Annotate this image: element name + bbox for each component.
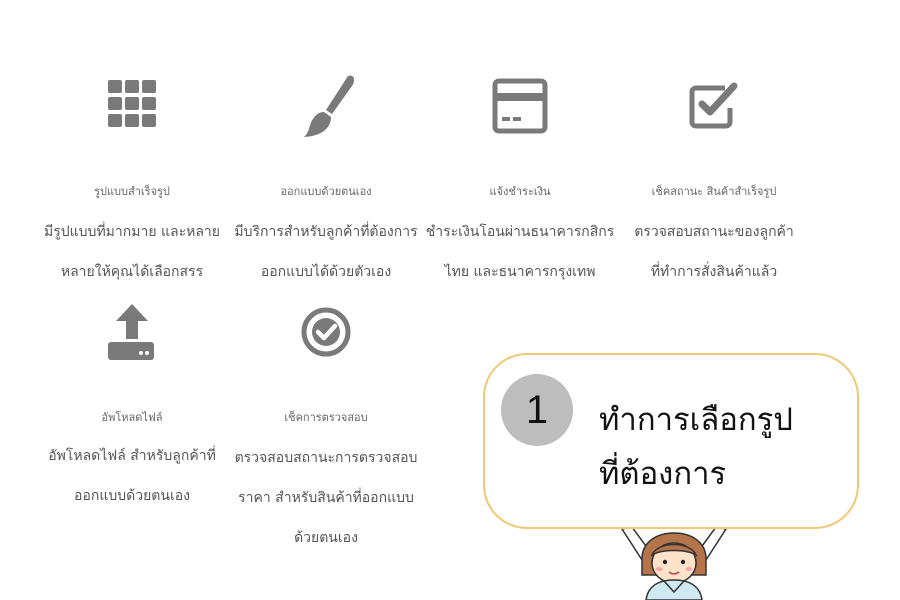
feature-description-line: ด้วยตนเอง (294, 530, 358, 546)
feature-check-review[interactable]: เช็คการตรวจสอบ ตรวจสอบสถานะการตรวจสอบ รา… (235, 304, 417, 546)
feature-description-line: ออกแบบด้วยตนเอง (74, 488, 190, 504)
feature-description-line: ไทย และธนาคารกรุงเทพ (444, 264, 596, 280)
feature-description-line: ตรวจสอบสถานะของลูกค้า (634, 224, 794, 240)
step-number-badge: 1 (501, 374, 573, 446)
feature-title: เช็คการตรวจสอบ (284, 411, 368, 424)
feature-description-line: มีบริการสำหรับลูกค้าที่ต้องการ (234, 224, 418, 240)
feature-description: ตรวจสอบสถานะการตรวจสอบ ราคา สำหรับสินค้า… (226, 438, 426, 558)
feature-payment-notice[interactable]: แจ้งชำระเงิน ชำระเงินโอนผ่านธนาคารกสิกร … (426, 78, 614, 280)
checkbox-icon (689, 82, 738, 129)
grid-icon (108, 80, 156, 127)
instruction-callout: 1 ทำการเลือกรูป ที่ต้องการ (483, 353, 859, 529)
feature-description-line: ราคา สำหรับสินค้าที่ออกแบบ (238, 490, 414, 506)
feature-upload-file[interactable]: อัพโหลดไฟล์ อัพโหลดไฟล์ สำหรับลูกค้าที่ … (42, 304, 222, 504)
feature-description-line: ที่ทำการสั่งสินค้าแล้ว (650, 264, 778, 280)
feature-description: อัพโหลดไฟล์ สำหรับลูกค้าที่ ออกแบบด้วยตน… (32, 436, 232, 516)
feature-custom-design[interactable]: ออกแบบด้วยตนเอง มีบริการสำหรับลูกค้าที่ต… (234, 74, 418, 280)
feature-title: อัพโหลดไฟล์ (101, 411, 163, 424)
instruction-line: ทำการเลือกรูป (599, 402, 793, 438)
feature-description-line: ออกแบบได้ด้วยตัวเอง (260, 264, 392, 280)
feature-description-line: มีรูปแบบที่มากมาย และหลาย (44, 224, 220, 240)
feature-description: ตรวจสอบสถานะของลูกค้า ที่ทำการสั่งสินค้า… (614, 212, 814, 292)
instruction-text: ทำการเลือกรูป ที่ต้องการ (599, 393, 849, 501)
feature-description: มีบริการสำหรับลูกค้าที่ต้องการ ออกแบบได้… (226, 212, 426, 292)
feature-title: ออกแบบด้วยตนเอง (280, 185, 372, 198)
feature-order-status[interactable]: เช็คสถานะ สินค้าสำเร็จรูป ตรวจสอบสถานะขอ… (624, 78, 804, 280)
upload-icon (108, 304, 154, 360)
feature-title: เช็คสถานะ สินค้าสำเร็จรูป (651, 185, 777, 198)
feature-description-line: ชำระเงินโอนผ่านธนาคารกสิกร (425, 224, 615, 240)
credit-card-icon (492, 78, 548, 134)
feature-templates[interactable]: รูปแบบสำเร็จรูป มีรูปแบบที่มากมาย และหลา… (42, 78, 222, 280)
instruction-line: ที่ต้องการ (599, 456, 727, 492)
feature-description: มีรูปแบบที่มากมาย และหลาย หลายให้คุณได้เ… (32, 212, 232, 292)
paint-brush-icon (304, 75, 355, 137)
feature-title: แจ้งชำระเงิน (489, 185, 551, 198)
feature-description: ชำระเงินโอนผ่านธนาคารกสิกร ไทย และธนาคาร… (420, 212, 620, 292)
check-circle-icon (301, 307, 351, 357)
feature-description-line: ตรวจสอบสถานะการตรวจสอบ (234, 450, 418, 466)
feature-title: รูปแบบสำเร็จรูป (94, 185, 170, 198)
feature-description-line: อัพโหลดไฟล์ สำหรับลูกค้าที่ (48, 448, 216, 464)
mascot-girl-illustration (620, 527, 728, 600)
feature-description-line: หลายให้คุณได้เลือกสรร (60, 264, 204, 280)
